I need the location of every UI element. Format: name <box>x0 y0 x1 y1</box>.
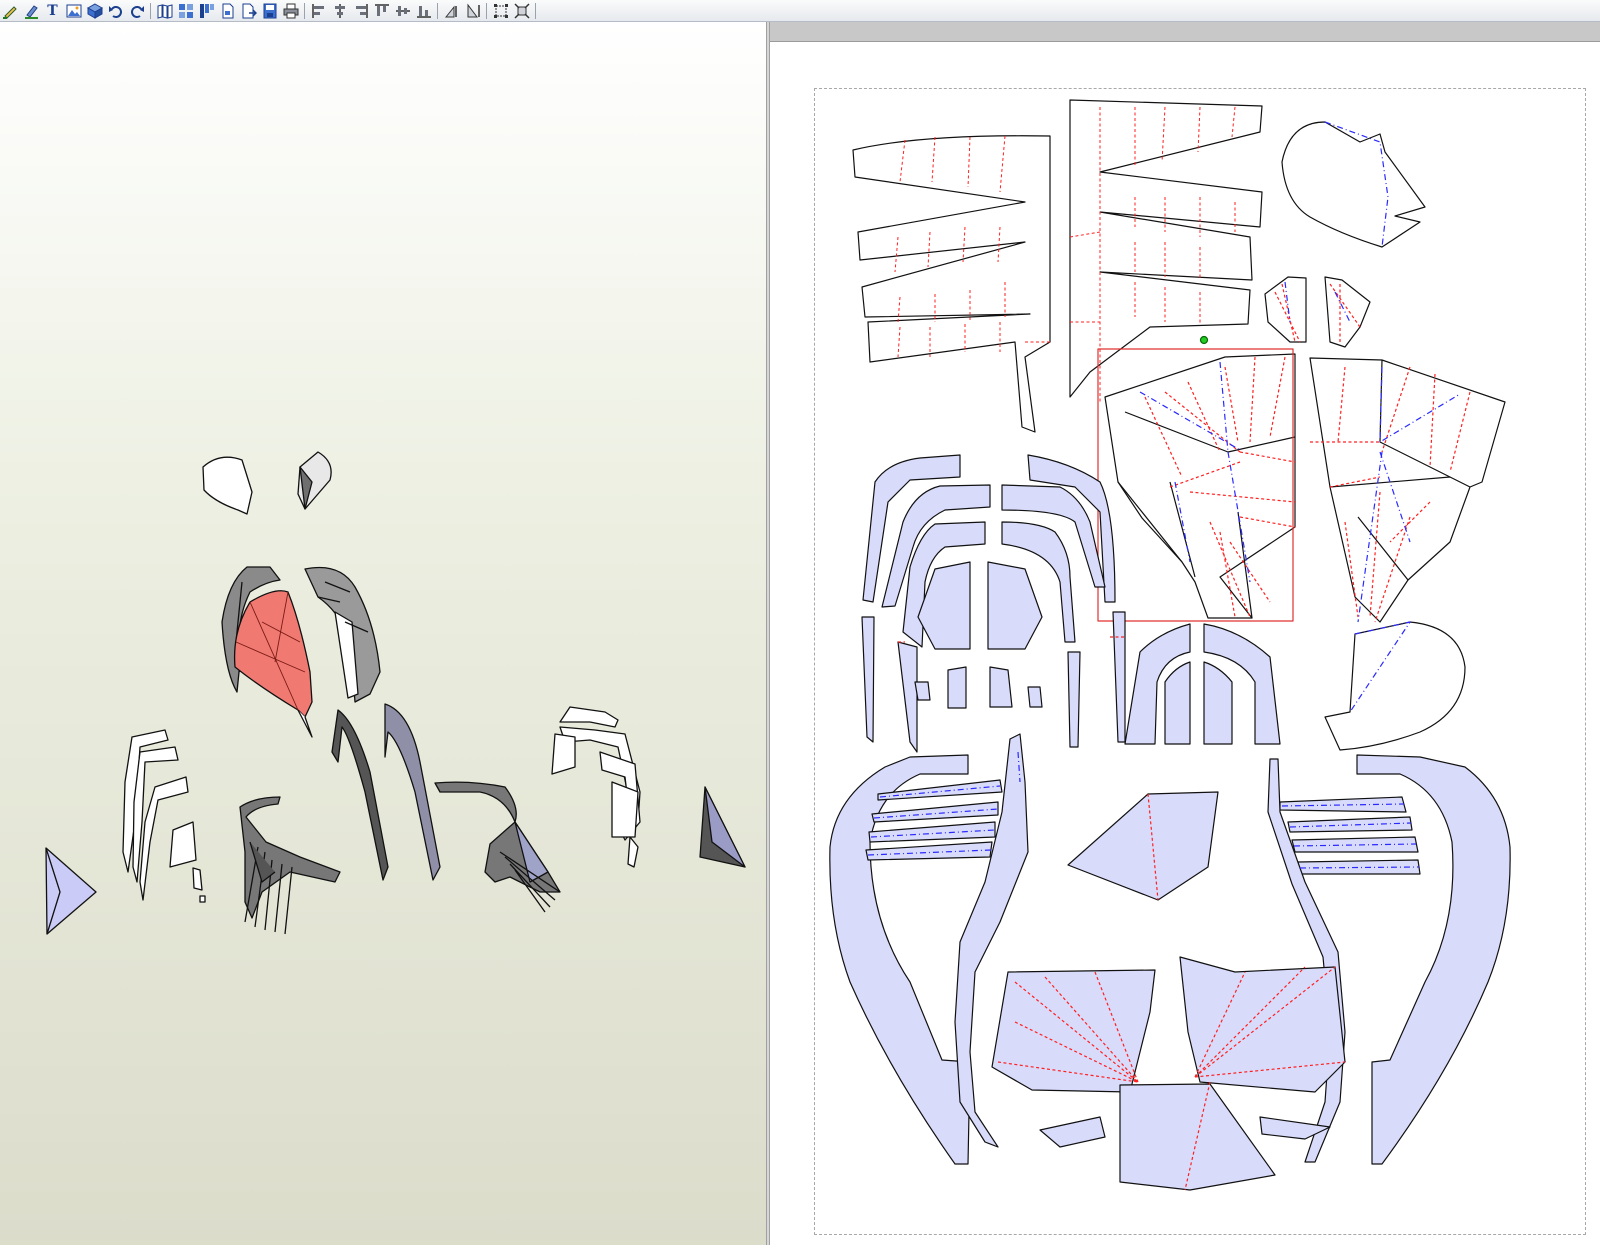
pattern-part-small-left[interactable] <box>1264 276 1307 343</box>
toolbar-separator <box>486 2 487 19</box>
print-icon[interactable] <box>280 1 301 21</box>
select-parts-icon[interactable] <box>490 1 511 21</box>
pattern-part-small-right[interactable] <box>1324 276 1371 348</box>
pattern-part-ear-bottom[interactable] <box>1324 621 1466 751</box>
layout-icon[interactable] <box>196 1 217 21</box>
image-icon[interactable] <box>63 1 84 21</box>
toolbar-separator <box>304 2 305 19</box>
main-toolbar: T <box>0 0 1600 22</box>
3d-part-claw-dark-left[interactable] <box>239 796 341 935</box>
3d-part-claw-left[interactable] <box>122 729 206 903</box>
pattern-part-cheek-right[interactable] <box>1356 754 1511 1165</box>
3d-part-shell-right[interactable] <box>304 566 381 703</box>
3d-part-claw-dark-right[interactable] <box>434 781 561 913</box>
align-right-icon[interactable] <box>350 1 371 21</box>
undo-icon[interactable] <box>105 1 126 21</box>
3d-part-tip-right[interactable] <box>699 786 746 868</box>
3d-part-selected-face[interactable] <box>233 590 313 738</box>
align-left-icon[interactable] <box>308 1 329 21</box>
unfold-icon[interactable] <box>154 1 175 21</box>
3d-part-fin-2[interactable] <box>384 703 441 881</box>
toolbar-separator <box>535 2 536 19</box>
3d-part-tip-left[interactable] <box>45 847 97 935</box>
2d-pattern-canvas[interactable] <box>770 22 1600 1245</box>
page-icon[interactable] <box>217 1 238 21</box>
align-middle-icon[interactable] <box>392 1 413 21</box>
save-icon[interactable] <box>259 1 280 21</box>
align-center-icon[interactable] <box>329 1 350 21</box>
toolbar-separator <box>150 2 151 19</box>
pencil-icon[interactable] <box>0 1 21 21</box>
2d-pattern-view[interactable] <box>770 22 1600 1245</box>
3d-part-ear-right[interactable] <box>297 451 332 510</box>
align-bottom-icon[interactable] <box>413 1 434 21</box>
toolbar-empty-area <box>539 1 1600 21</box>
export-icon[interactable] <box>238 1 259 21</box>
3d-part-claw-right[interactable] <box>551 706 641 868</box>
3d-model-view[interactable] <box>0 22 766 1245</box>
cube-icon[interactable] <box>84 1 105 21</box>
toolbar-separator <box>437 2 438 19</box>
3d-model-canvas[interactable] <box>0 22 766 1245</box>
3d-part-ear-left[interactable] <box>202 456 253 515</box>
rotate-icon[interactable] <box>441 1 462 21</box>
text-tool[interactable]: T <box>42 1 63 21</box>
align-top-icon[interactable] <box>371 1 392 21</box>
pattern-part-ear-top[interactable] <box>1281 121 1426 248</box>
grid-icon[interactable] <box>175 1 196 21</box>
3d-part-fin-1[interactable] <box>331 709 389 881</box>
zoom-fit-icon[interactable] <box>511 1 532 21</box>
redo-icon[interactable] <box>126 1 147 21</box>
edit-icon[interactable] <box>21 1 42 21</box>
pattern-part-jaw-left[interactable] <box>1104 353 1296 619</box>
selection-anchor-dot[interactable] <box>1199 335 1209 345</box>
flip-icon[interactable] <box>462 1 483 21</box>
pattern-part-jaw-right[interactable] <box>1309 357 1506 623</box>
